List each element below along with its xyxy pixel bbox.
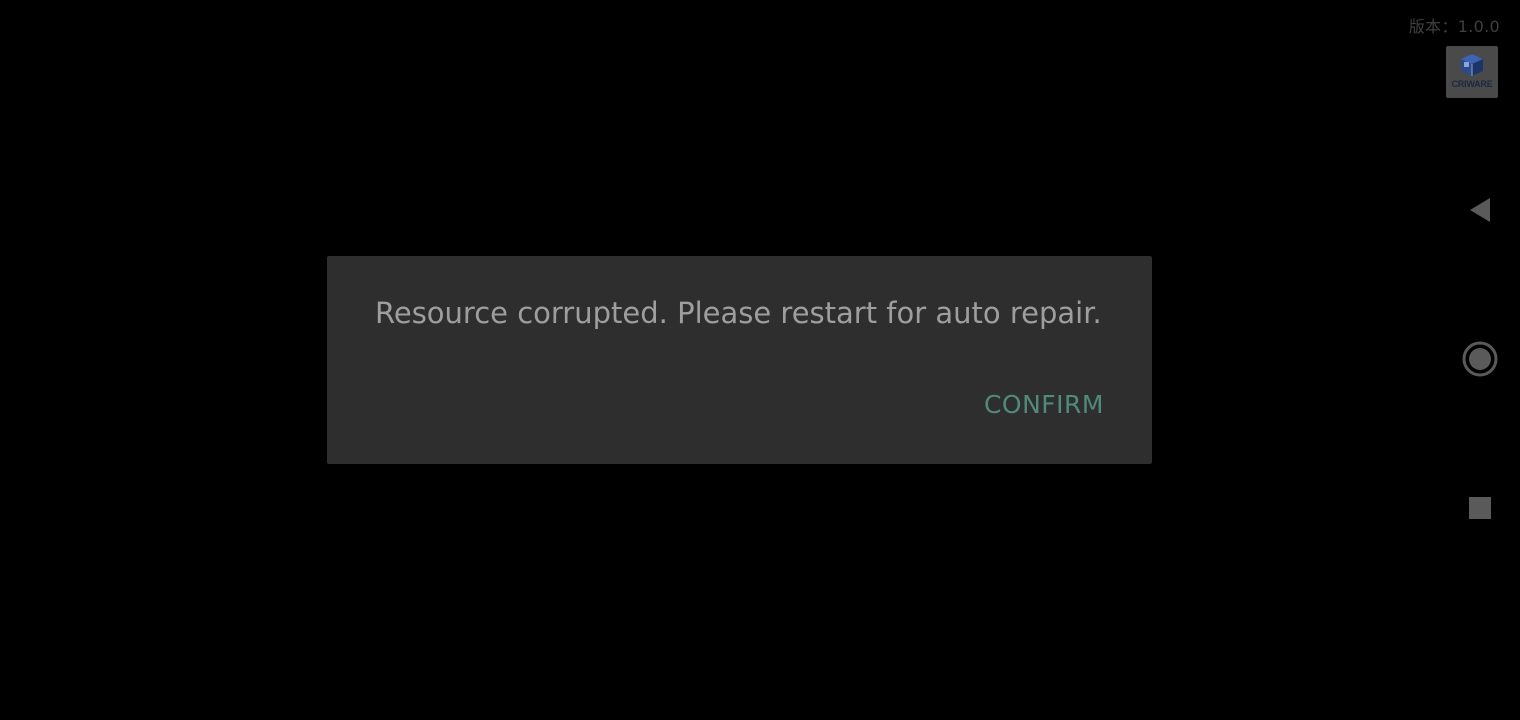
back-triangle-icon bbox=[1470, 198, 1490, 222]
confirm-button[interactable]: CONFIRM bbox=[972, 386, 1116, 423]
back-button[interactable] bbox=[1440, 170, 1520, 250]
recents-button[interactable] bbox=[1440, 468, 1520, 548]
recents-square-icon bbox=[1469, 497, 1491, 519]
error-dialog: Resource corrupted. Please restart for a… bbox=[327, 256, 1152, 464]
home-circle-icon bbox=[1462, 341, 1498, 377]
dialog-message: Resource corrupted. Please restart for a… bbox=[375, 296, 1102, 330]
system-navigation-bar bbox=[1440, 0, 1520, 720]
home-button[interactable] bbox=[1440, 319, 1520, 399]
app-screen: 版本：1.0.0 CRIWARE Resource corrupted. Ple… bbox=[0, 0, 1520, 720]
